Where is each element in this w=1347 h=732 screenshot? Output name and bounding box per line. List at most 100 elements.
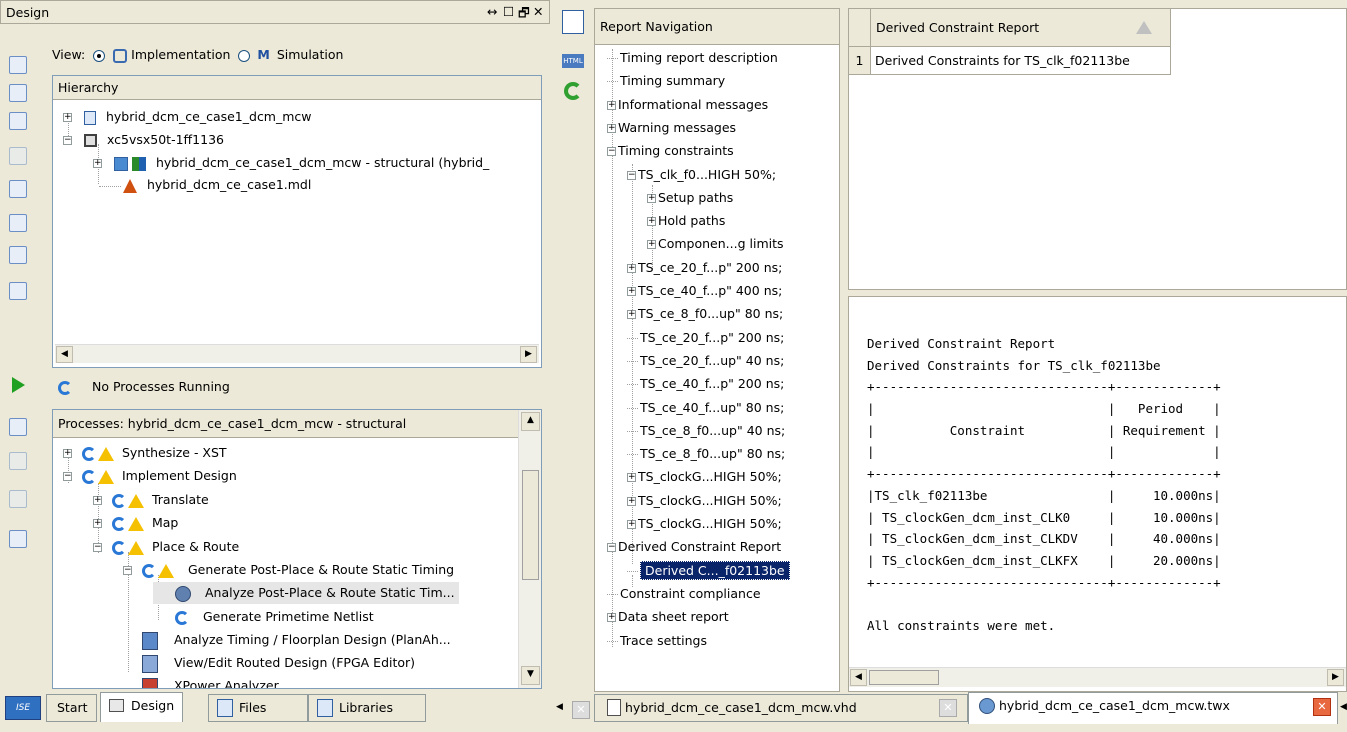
expand-icon[interactable]: + [627, 287, 636, 296]
process-analyze-planahead[interactable]: Analyze Timing / Floorplan Design (PlanA… [128, 629, 451, 651]
table-column-header[interactable]: Derived Constraint Report [871, 9, 1171, 47]
report-nav-item[interactable]: TS_ce_8_f0...up" 80 ns; [627, 443, 785, 465]
scroll-thumb[interactable] [869, 670, 939, 685]
sort-ascending-icon[interactable] [1136, 21, 1152, 34]
tab-start[interactable]: Start [46, 694, 97, 722]
tab-twx-file[interactable]: hybrid_dcm_ce_case1_dcm_mcw.twx ✕ [968, 692, 1338, 724]
report-nav-item[interactable]: TS_ce_40_f...up" 80 ns; [627, 397, 784, 419]
report-nav-item[interactable]: + Data sheet report [607, 606, 729, 628]
hierarchy-item-structural[interactable]: + hybrid_dcm_ce_case1_dcm_mcw - structur… [93, 152, 489, 174]
report-nav-item[interactable]: + Setup paths [647, 187, 733, 209]
report-nav-item[interactable]: TS_ce_20_f...p" 200 ns; [627, 327, 784, 349]
report-nav-item[interactable]: + TS_clockG...HIGH 50%; [627, 466, 782, 488]
collapse-icon[interactable]: − [607, 147, 616, 157]
report-nav-item[interactable]: + TS_ce_20_f...p" 200 ns; [627, 257, 782, 279]
panel-close-icon[interactable]: ✕ [533, 4, 543, 19]
tab-libraries[interactable]: Libraries [308, 694, 426, 722]
process-fpga-editor[interactable]: View/Edit Routed Design (FPGA Editor) [128, 652, 415, 674]
expand-icon[interactable]: + [93, 496, 102, 505]
tab-scroll-left-icon[interactable]: ◀ [556, 702, 563, 712]
process-properties-icon[interactable] [9, 418, 27, 436]
report-nav-item[interactable]: Derived C..._f02113be [627, 560, 790, 582]
report-nav-item[interactable]: TS_ce_20_f...up" 40 ns; [627, 350, 784, 372]
collapse-icon[interactable]: − [63, 136, 72, 145]
hierarchy-item-top[interactable]: + hybrid_dcm_ce_case1_dcm_mcw [63, 106, 312, 128]
report-nav-item[interactable]: TS_ce_8_f0...up" 40 ns; [627, 420, 785, 442]
collapse-icon[interactable]: − [123, 566, 132, 575]
hierarchy-hscrollbar[interactable]: ◀ ▶ [55, 344, 539, 363]
collapse-icon[interactable]: − [627, 170, 636, 180]
expand-icon[interactable]: + [647, 240, 656, 250]
hierarchy-item-mdl[interactable]: hybrid_dcm_ce_case1.mdl [123, 174, 311, 196]
tab-vhd-file[interactable]: hybrid_dcm_ce_case1_dcm_mcw.vhd ✕ [594, 694, 968, 722]
hierarchy-icon[interactable] [9, 147, 27, 165]
panel-maximize-icon[interactable]: ☐ [503, 4, 514, 19]
scroll-left-icon[interactable]: ◀ [56, 346, 73, 363]
add-copy-source-icon[interactable] [9, 112, 27, 130]
process-translate[interactable]: + Translate [93, 489, 209, 511]
report-nav-item[interactable]: Trace settings [607, 630, 707, 652]
expand-icon[interactable]: + [627, 263, 636, 273]
expand-icon[interactable]: + [63, 113, 72, 122]
tab-files[interactable]: Files [208, 694, 308, 722]
expand-icon[interactable]: + [627, 520, 636, 529]
collapse-icon[interactable]: − [607, 543, 616, 553]
report-nav-item[interactable]: − Derived Constraint Report [607, 536, 781, 558]
report-nav-item[interactable]: Constraint compliance [607, 583, 761, 605]
expand-icon[interactable]: + [647, 193, 656, 203]
table-view-icon[interactable] [9, 282, 27, 300]
report-nav-item[interactable]: + Warning messages [607, 117, 736, 139]
tab-close-icon[interactable]: ✕ [939, 699, 957, 717]
tab-close-active-icon[interactable]: ✕ [1313, 698, 1331, 716]
report-nav-item[interactable]: + TS_ce_40_f...p" 400 ns; [627, 280, 782, 302]
expand-icon[interactable]: + [647, 217, 656, 227]
report-nav-item[interactable]: − TS_clk_f0...HIGH 50%; [627, 164, 776, 186]
expand-icon[interactable]: + [93, 159, 102, 168]
expand-icon[interactable]: + [627, 310, 636, 320]
scroll-right-icon[interactable]: ▶ [1327, 669, 1344, 686]
run-icon[interactable] [12, 377, 25, 393]
expand-icon[interactable]: + [627, 473, 636, 483]
report-nav-item[interactable]: + Componen...g limits [647, 233, 784, 255]
report-nav-item[interactable]: + TS_clockG...HIGH 50%; [627, 513, 782, 535]
report-nav-item[interactable]: + Hold paths [647, 210, 725, 232]
table-cell[interactable]: Derived Constraints for TS_clk_f02113be [871, 47, 1171, 75]
expand-icon[interactable]: + [607, 613, 616, 623]
scroll-left-icon[interactable]: ◀ [850, 669, 867, 686]
report-nav-item[interactable]: Timing report description [607, 47, 778, 69]
html-report-icon[interactable]: HTML [562, 54, 584, 68]
text-report-icon[interactable] [562, 10, 584, 34]
report-nav-item[interactable]: + TS_ce_8_f0...up" 80 ns; [627, 303, 783, 325]
report-hscrollbar[interactable]: ◀ ▶ [849, 667, 1346, 687]
check-icon[interactable] [9, 246, 27, 264]
expand-icon[interactable]: + [607, 123, 616, 133]
implementation-radio[interactable] [93, 49, 106, 62]
refresh-report-icon[interactable] [564, 82, 582, 100]
collapse-icon[interactable]: − [63, 472, 72, 481]
collapse-icon[interactable]: − [93, 543, 102, 552]
scroll-down-icon[interactable]: ▼ [521, 666, 540, 685]
scroll-thumb[interactable] [522, 470, 539, 580]
process-analyze-static-timing[interactable]: Analyze Post-Place & Route Static Tim... [153, 582, 459, 604]
report-nav-item[interactable]: + Informational messages [607, 94, 768, 116]
panel-restore-icon[interactable]: 🗗 [518, 4, 530, 25]
add-source-icon[interactable] [9, 84, 27, 102]
scroll-right-icon[interactable]: ▶ [520, 346, 537, 363]
rerun-icon[interactable] [9, 452, 27, 470]
report-nav-item[interactable]: Timing summary [607, 70, 725, 92]
hierarchy-item-device[interactable]: − xc5vsx50t-1ff1136 [63, 129, 224, 151]
report-nav-item[interactable]: + TS_clockG...HIGH 50%; [627, 490, 782, 512]
process-synthesize[interactable]: + Synthesize - XST [63, 442, 227, 464]
process-generate-static-timing[interactable]: − Generate Post-Place & Route Static Tim… [123, 559, 454, 581]
report-nav-item[interactable]: − Timing constraints [607, 140, 734, 162]
process-generate-primetime[interactable]: Generate Primetime Netlist [153, 606, 374, 628]
process-table-icon[interactable] [9, 530, 27, 548]
processes-vscrollbar[interactable]: ▲ ▼ [518, 410, 541, 688]
process-map[interactable]: + Map [93, 512, 178, 534]
tab-close-disabled-icon[interactable]: ✕ [572, 701, 590, 719]
expand-icon[interactable]: + [627, 496, 636, 506]
report-nav-item[interactable]: TS_ce_40_f...p" 200 ns; [627, 373, 784, 395]
open-source-icon[interactable] [9, 180, 27, 198]
new-source-icon[interactable] [9, 56, 27, 74]
tab-design[interactable]: Design [100, 692, 184, 722]
